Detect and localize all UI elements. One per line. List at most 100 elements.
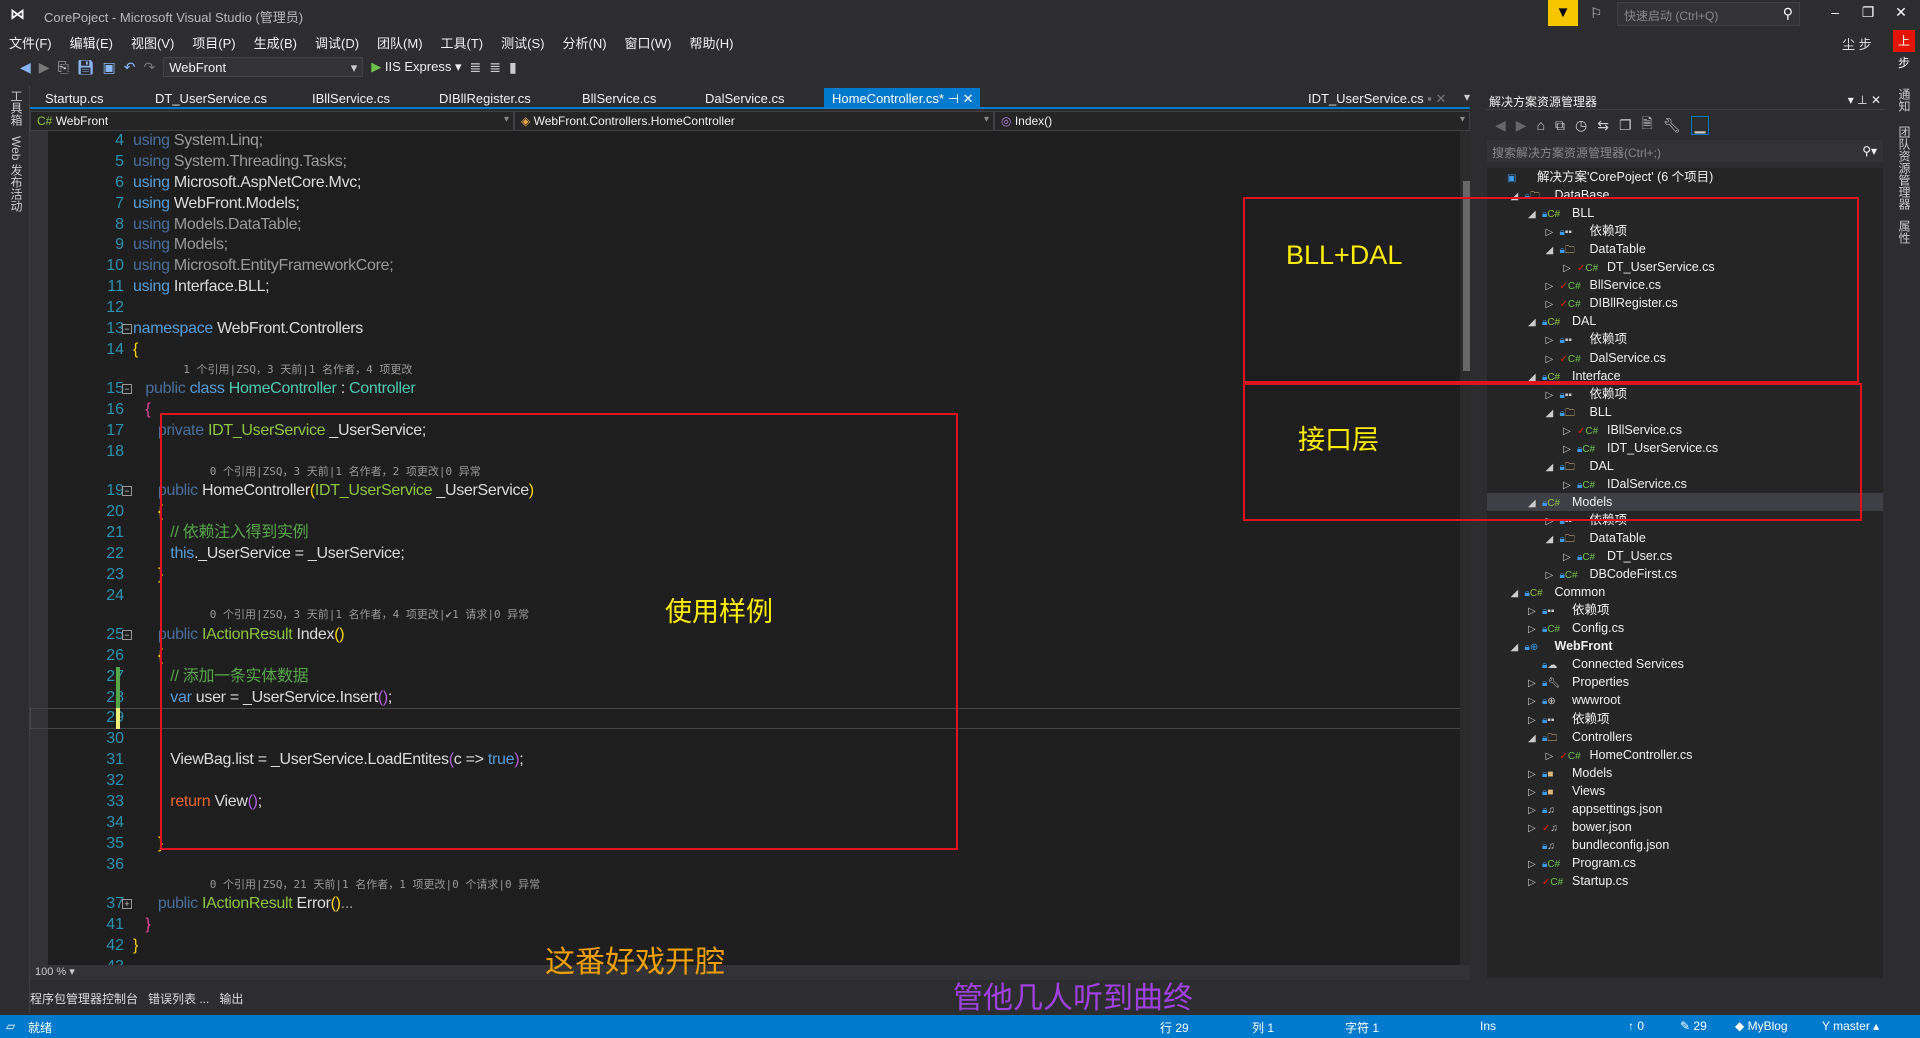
panel-controls-icon[interactable]: ▾ ⊥ ✕ [1848, 93, 1881, 107]
tree-item[interactable]: ▷ 🔒︎▪▪ 依赖项 [1487, 330, 1883, 348]
code-lens-text[interactable]: 1 个引用|ZSQ，3 天前|1 名作者，4 项更改 [170, 361, 412, 379]
tree-item[interactable]: ▣ 解决方案'CorePoject' (6 个项目) [1487, 168, 1883, 186]
collapse-icon[interactable]: − [122, 384, 132, 395]
team-explorer-tab[interactable]: 团队资源管理器 [1896, 126, 1913, 210]
collapsed-arrow-icon[interactable]: ▷ [1528, 874, 1542, 892]
tree-item[interactable]: ▷ ✓C# Startup.cs [1487, 872, 1883, 890]
menu-item[interactable]: 项目(P) [183, 30, 244, 52]
tree-item[interactable]: ▷ 🔒︎▪▪ 依赖项 [1487, 385, 1883, 403]
tab-overflow-icon[interactable]: ▾ [1464, 90, 1470, 104]
code-text[interactable]: { [133, 646, 163, 667]
code-text[interactable]: public IActionResult Index() [133, 625, 345, 646]
pin-icon[interactable]: ⊣ [944, 91, 963, 106]
project-dropdown[interactable]: C# WebFront [30, 111, 514, 131]
tree-item[interactable]: ▷ 🔒︎🔧︎ Properties [1487, 673, 1883, 691]
tree-item[interactable]: ▷ ✓C# BllService.cs [1487, 276, 1883, 294]
tree-item[interactable]: ◢ 🔒︎C# Models [1487, 492, 1883, 511]
expand-icon[interactable]: + [122, 898, 132, 909]
menu-item[interactable]: 调试(D) [306, 30, 368, 52]
tree-item[interactable]: ◢ 🔒︎🗀︎ DataBase [1487, 186, 1883, 204]
code-text[interactable]: { [133, 502, 163, 523]
tab-dalservice-cs[interactable]: DalService.cs [697, 88, 792, 109]
bottom-tab[interactable]: 程序包管理器控制台 [30, 990, 138, 1007]
properties-tab[interactable]: 属性 [1896, 220, 1913, 244]
member-dropdown[interactable]: ◎ Index() [994, 111, 1470, 131]
comment-icon[interactable]: ≣ [469, 59, 481, 76]
code-lens-text[interactable]: 0 个引用|ZSQ，3 天前|1 名作者，2 项更改|0 异常 [170, 463, 481, 481]
code-text[interactable]: return View(); [133, 792, 262, 813]
close-tab-icon[interactable]: ✕ [963, 91, 974, 106]
code-lens-text[interactable]: 0 个引用|ZSQ，21 天前|1 名作者，1 项更改|0 个请求|0 异常 [170, 876, 540, 894]
tree-item[interactable]: ▷ ✓♫ bower.json [1487, 818, 1883, 836]
tree-item[interactable]: ◢ 🔒︎C# DAL [1487, 312, 1883, 330]
code-text[interactable]: private IDT_UserService _UserService; [133, 421, 426, 442]
back-icon[interactable]: ◀ [20, 59, 31, 76]
feedback-icon[interactable]: ⚐ [1590, 5, 1603, 22]
tree-item[interactable]: ▷ 🔒︎C# Config.cs [1487, 619, 1883, 637]
code-text[interactable]: using Models.DataTable; [133, 215, 302, 236]
tree-item[interactable]: ▷ ✓C# IBllService.cs [1487, 421, 1883, 439]
code-text[interactable]: using Microsoft.EntityFrameworkCore; [133, 256, 394, 277]
code-text[interactable]: { [133, 340, 138, 361]
code-text[interactable]: using System.Threading.Tasks; [133, 152, 347, 173]
code-text[interactable]: using WebFront.Models; [133, 194, 300, 215]
menu-item[interactable]: 生成(B) [245, 30, 306, 52]
tab-startup-cs[interactable]: Startup.cs [37, 88, 112, 109]
code-lens-text[interactable]: 0 个引用|ZSQ，3 天前|1 名作者，4 项更改|✔1 请求|0 异常 [170, 606, 529, 624]
save-all-icon[interactable]: ▣ [103, 59, 116, 76]
tree-item[interactable]: ▷ 🔒︎▪▪ 依赖项 [1487, 222, 1883, 240]
code-text[interactable]: { [133, 400, 150, 421]
sync-icon[interactable]: ⇆ [1597, 117, 1609, 134]
tree-item[interactable]: ◢ 🔒︎🗀︎ DataTable [1487, 529, 1883, 547]
tab-ibllservice-cs[interactable]: IBllService.cs [304, 88, 398, 109]
show-all-files-icon[interactable]: 🗎︎ [1642, 113, 1653, 137]
tree-item[interactable]: ▷ 🔒︎■ Views [1487, 782, 1883, 800]
menu-item[interactable]: 编辑(E) [61, 30, 122, 52]
web-publish-tab[interactable]: Web 发布活动 [8, 136, 25, 212]
menu-item[interactable]: 测试(S) [492, 30, 553, 52]
tree-item[interactable]: ▷ 🔒︎C# DBCodeFirst.cs [1487, 565, 1883, 583]
menu-item[interactable]: 视图(V) [122, 30, 183, 52]
zoom-level-select[interactable]: 100 % [35, 966, 66, 978]
code-text[interactable]: using Interface.BLL; [133, 277, 270, 298]
startup-project-select[interactable]: WebFront [163, 57, 364, 77]
tree-item[interactable]: ▷ 🔒︎C# Program.cs [1487, 854, 1883, 872]
bottom-tab[interactable]: 输出 [219, 990, 243, 1007]
menu-item[interactable]: 工具(T) [432, 30, 493, 52]
code-text[interactable]: } [133, 936, 138, 957]
back-icon[interactable]: ◀ [1495, 117, 1506, 134]
redo-icon[interactable]: ↷ [144, 59, 156, 76]
tree-item[interactable]: ▷ 🔒︎▪▪ 依赖项 [1487, 511, 1883, 529]
run-button[interactable]: ▶ IIS Express ▾ [371, 59, 461, 75]
tree-item[interactable]: ▷ 🔒︎C# IDT_UserService.cs [1487, 439, 1883, 457]
code-editor[interactable]: 4 using System.Linq; 5 using System.Threadi… [30, 131, 1470, 965]
tree-item[interactable]: ◢ 🔒︎C# Common [1487, 583, 1883, 601]
tree-item[interactable]: ▷ ✓C# DIBllRegister.cs [1487, 294, 1883, 312]
menu-item[interactable]: 团队(M) [368, 30, 432, 52]
minimize-button[interactable]: – [1822, 4, 1848, 20]
changes-count[interactable]: ✎ 29 [1680, 1019, 1707, 1033]
tree-item[interactable]: ◢ 🔒︎🗀︎ BLL [1487, 403, 1883, 421]
code-text[interactable]: // 依赖注入得到实例 [133, 523, 308, 544]
tab-dibllregister-cs[interactable]: DIBllRegister.cs [431, 88, 539, 109]
code-text[interactable]: using System.Linq; [133, 131, 263, 152]
notification-filter-icon[interactable]: ▼ [1548, 0, 1578, 26]
code-text[interactable]: } [133, 915, 150, 936]
close-tab-icon[interactable]: ✕ [1435, 91, 1446, 106]
menu-item[interactable]: 文件(F) [0, 30, 61, 52]
forward-icon[interactable]: ▶ [1516, 117, 1527, 134]
preview-tab[interactable]: IDT_UserService.cs ▪ ✕ [1300, 88, 1454, 109]
tree-item[interactable]: ◢ 🔒︎🗀︎ Controllers [1487, 728, 1883, 746]
forward-icon[interactable]: ▶ [39, 59, 50, 76]
collapse-icon[interactable]: − [122, 629, 132, 640]
code-text[interactable]: } [133, 565, 163, 586]
tree-item[interactable]: 🔒︎☁ Connected Services [1487, 655, 1883, 673]
code-text[interactable]: namespace WebFront.Controllers [133, 319, 363, 340]
code-text[interactable]: using Models; [133, 235, 228, 256]
tree-item[interactable]: ◢ 🔒︎C# BLL [1487, 204, 1883, 222]
bottom-tab[interactable]: 错误列表 ... [148, 990, 209, 1007]
code-text[interactable]: public IActionResult Error()... [133, 894, 354, 915]
code-text[interactable]: } [133, 834, 163, 855]
tree-item[interactable]: ▷ 🔒︎▪▪ 依赖项 [1487, 601, 1883, 619]
switch-views-icon[interactable]: ⧉ [1555, 117, 1565, 134]
